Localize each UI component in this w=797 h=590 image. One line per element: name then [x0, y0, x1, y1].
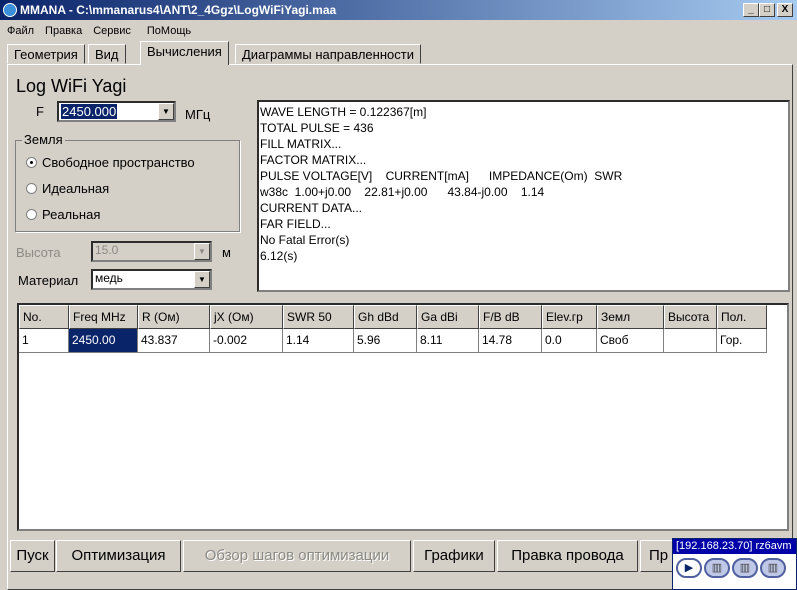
material-dropdown[interactable]: медь ▼ [91, 269, 212, 290]
radio-dot-icon [26, 157, 37, 168]
widget-title: [192.168.23.70] rz6avm [673, 539, 796, 554]
minimize-button[interactable]: _ [743, 3, 759, 17]
close-button[interactable]: X [777, 3, 793, 17]
title-bar: MMANA - C:\mmanarus4\ANT\2_4Ggz\LogWiFiY… [0, 0, 797, 20]
menu-help[interactable]: ПоМощь [147, 25, 191, 37]
column-header[interactable]: Gh dBd [354, 305, 417, 329]
table-header: No. Freq MHz R (Ом) jX (Ом) SWR 50 Gh dBd Ga d… [19, 305, 767, 329]
table-cell[interactable]: 0.0 [542, 329, 597, 353]
log-line: No Fatal Error(s) [260, 233, 350, 247]
edit-wire-button[interactable]: Правка провода [497, 540, 638, 572]
table-cell[interactable]: -0.002 [210, 329, 283, 353]
column-header[interactable]: Высота [664, 305, 717, 329]
height-unit: м [222, 245, 231, 260]
radio-real[interactable]: Реальная [26, 207, 100, 222]
ground-title: Земля [22, 132, 65, 147]
run-button[interactable]: Пуск [10, 540, 55, 572]
radio-dot-icon [26, 209, 37, 220]
table-cell[interactable]: 1 [19, 329, 69, 353]
window-title: MMANA - C:\mmanarus4\ANT\2_4Ggz\LogWiFiY… [20, 3, 337, 17]
radio-free-space[interactable]: Свободное пространство [26, 155, 195, 170]
log-line: 6.12(s) [260, 249, 298, 263]
freq-label: F [36, 104, 44, 119]
table-cell[interactable]: 8.11 [417, 329, 479, 353]
antenna-name: Log WiFi Yagi [16, 76, 127, 96]
column-header[interactable]: Elev.гр [542, 305, 597, 329]
column-header[interactable]: Земл [597, 305, 664, 329]
calc-log: WAVE LENGTH = 0.122367[m] TOTAL PULSE = 4… [257, 100, 790, 292]
remote-widget: [192.168.23.70] rz6avm ▶ ▥ ▥ ▥ [672, 538, 797, 590]
radio-label: Свободное пространство [42, 155, 195, 170]
material-label: Материал [18, 273, 79, 288]
menu-service[interactable]: Сервис [93, 25, 131, 37]
trash-icon[interactable]: ▥ [704, 558, 730, 578]
table-cell[interactable]: 5.96 [354, 329, 417, 353]
chevron-down-icon[interactable]: ▼ [158, 103, 174, 120]
table-cell[interactable]: Своб [597, 329, 664, 353]
optimize-button[interactable]: Оптимизация [56, 540, 181, 572]
play-icon[interactable]: ▶ [676, 558, 702, 578]
tab-patterns[interactable]: Диаграммы направленности [235, 44, 421, 64]
column-header[interactable]: R (Ом) [138, 305, 210, 329]
radio-label: Реальная [42, 207, 101, 222]
log-line: TOTAL PULSE = 436 [260, 121, 374, 135]
freq-unit: МГц [185, 107, 211, 122]
table-cell[interactable]: 43.837 [138, 329, 210, 353]
menu-file[interactable]: Файл [7, 25, 34, 37]
height-value: 15.0 [95, 243, 119, 257]
tab-view[interactable]: Вид [88, 44, 126, 64]
log-line: PULSE VOLTAGE[V] CURRENT[mA] IMPEDANCE(O… [260, 169, 623, 183]
radio-dot-icon [26, 183, 37, 194]
log-line: w38c 1.00+j0.00 22.81+j0.00 43.84-j0.00 … [260, 185, 545, 199]
freq-value: 2450.000 [61, 104, 118, 119]
tab-geometry[interactable]: Геометрия [7, 44, 85, 64]
app-icon [3, 3, 17, 17]
table-cell[interactable] [664, 329, 717, 353]
log-line: FILL MATRIX... [260, 137, 342, 151]
menu-bar: Файл Правка Сервис ПоМощь [0, 20, 797, 40]
column-header[interactable]: jX (Ом) [210, 305, 283, 329]
tab-calculation[interactable]: Вычисления [140, 41, 229, 65]
log-line: WAVE LENGTH = 0.122367[m] [260, 105, 427, 119]
log-line: FAR FIELD... [260, 217, 331, 231]
results-table: No. Freq MHz R (Ом) jX (Ом) SWR 50 Gh dBd Ga d… [17, 303, 789, 531]
column-header[interactable]: Freq MHz [69, 305, 138, 329]
table-cell[interactable]: Гор. [717, 329, 767, 353]
optimization-steps-button: Обзор шагов оптимизации [183, 540, 411, 572]
trash-icon[interactable]: ▥ [760, 558, 786, 578]
table-row[interactable]: 1 2450.00 43.837 -0.002 1.14 5.96 8.11 14.78 0.0… [19, 329, 767, 353]
material-value: медь [95, 271, 123, 285]
chevron-down-icon[interactable]: ▼ [194, 271, 210, 288]
trash-icon[interactable]: ▥ [732, 558, 758, 578]
maximize-button[interactable]: □ [759, 3, 775, 17]
column-header[interactable]: SWR 50 [283, 305, 354, 329]
log-line: CURRENT DATA... [260, 201, 363, 215]
menu-edit[interactable]: Правка [45, 25, 82, 37]
radio-label: Идеальная [42, 181, 110, 196]
radio-perfect[interactable]: Идеальная [26, 181, 109, 196]
table-cell[interactable]: 2450.00 [69, 329, 138, 353]
log-line: FACTOR MATRIX... [260, 153, 367, 167]
table-cell[interactable]: 1.14 [283, 329, 354, 353]
table-cell[interactable]: 14.78 [479, 329, 542, 353]
graphs-button[interactable]: Графики [413, 540, 495, 572]
freq-dropdown[interactable]: 2450.000 ▼ [57, 101, 176, 122]
column-header[interactable]: Ga dBi [417, 305, 479, 329]
column-header[interactable]: Пол. [717, 305, 767, 329]
column-header[interactable]: F/B dB [479, 305, 542, 329]
height-label: Высота [16, 245, 61, 260]
chevron-down-icon[interactable]: ▼ [194, 243, 210, 260]
height-dropdown[interactable]: 15.0 ▼ [91, 241, 212, 262]
column-header[interactable]: No. [19, 305, 69, 329]
